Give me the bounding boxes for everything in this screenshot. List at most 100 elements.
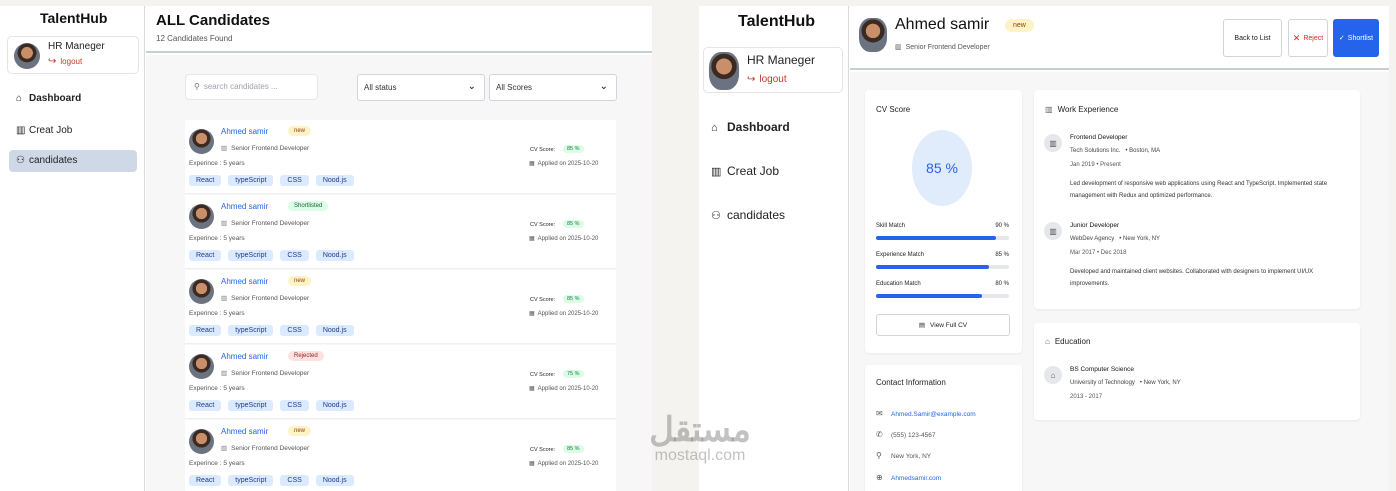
search-icon: ⚲ bbox=[194, 82, 200, 91]
view-full-cv-button[interactable]: ▤ View Full CV bbox=[876, 314, 1010, 336]
candidate-name[interactable]: Ahmed samir bbox=[221, 202, 268, 211]
building-icon: ▥ bbox=[221, 295, 228, 302]
status-badge: new bbox=[288, 276, 312, 286]
back-to-list-button[interactable]: Back to List bbox=[1223, 19, 1282, 57]
skill-tag: typeScript bbox=[228, 175, 274, 186]
candidate-role: ▥ Senior Frontend Developer bbox=[895, 43, 990, 51]
metric-label: Education Match bbox=[876, 281, 921, 287]
applied-label: Applied on 2025-10-20 bbox=[537, 161, 599, 167]
candidates-main: ⚲ search candidates ... All status ⌄ All S… bbox=[146, 55, 652, 491]
building-icon: ▥ bbox=[1045, 105, 1053, 114]
score-filter-select[interactable]: All Scores ⌄ bbox=[489, 74, 617, 101]
cv-score-badge: 85 % bbox=[563, 220, 584, 228]
job-company: Tech Solutions Inc. • Boston, MA bbox=[1070, 148, 1161, 154]
role-label: Senior Frontend Developer bbox=[905, 44, 990, 51]
role-label: Senior Frontend Developer bbox=[231, 370, 310, 377]
candidate-name[interactable]: Ahmed samir bbox=[221, 427, 268, 436]
candidate-card[interactable]: Ahmed samir Rejected ▥ Senior Frontend Deve… bbox=[185, 345, 616, 419]
candidate-card[interactable]: Ahmed samir new ▥ Senior Frontend Developer… bbox=[185, 420, 616, 491]
applied-date: ▦ Applied on 2025-10-20 bbox=[529, 310, 598, 317]
work-experience-panel: ▥ Work Experience ▥ Frontend Developer Tech… bbox=[1034, 90, 1360, 309]
sidebar-item-label: candidates bbox=[29, 155, 78, 166]
logout-icon: ↪ bbox=[48, 56, 57, 67]
phone-value: (555) 123-4567 bbox=[891, 432, 936, 439]
candidate-card[interactable]: Ahmed samir new ▥ Senior Frontend Developer… bbox=[185, 270, 616, 344]
watermark-latin: mostaql.com bbox=[654, 447, 746, 464]
progress-fill bbox=[876, 265, 990, 269]
sidebar-item-candidates[interactable]: ⚇ candidates bbox=[9, 150, 137, 172]
graduation-cap-icon: ⌂ bbox=[1045, 337, 1050, 346]
candidate-name: Ahmed samir bbox=[895, 16, 990, 33]
candidate-card[interactable]: Ahmed samir Shortlisted ▥ Senior Frontend D… bbox=[185, 195, 616, 269]
contact-email[interactable]: ✉ Ahmed.Samir@example.com bbox=[876, 409, 976, 418]
search-placeholder: search candidates ... bbox=[203, 82, 278, 91]
match-metric: Experience Match 85 % bbox=[876, 252, 1009, 269]
phone-icon: ✆ bbox=[876, 430, 883, 439]
candidate-card[interactable]: Ahmed samir new ▥ Senior Frontend Developer… bbox=[185, 120, 616, 194]
sidebar-item-creat-job[interactable]: ▥ Creat Job bbox=[711, 164, 779, 178]
company-name: WebDev Agency bbox=[1070, 236, 1115, 242]
building-icon: ▥ bbox=[221, 370, 228, 377]
calendar-icon: ▦ bbox=[529, 386, 535, 392]
logout-link[interactable]: ↪ logout bbox=[48, 56, 82, 67]
contact-website[interactable]: ⊕ Ahmedsamir.com bbox=[876, 473, 941, 482]
user-card: HR Maneger ↪ logout bbox=[703, 47, 843, 93]
email-value: Ahmed.Samir@example.com bbox=[891, 411, 976, 418]
profile-main: CV Score 85 % Skill Match 90 % Experience … bbox=[850, 72, 1389, 491]
status-badge: Rejected bbox=[288, 351, 324, 361]
match-metric: Skill Match 90 % bbox=[876, 223, 1009, 240]
candidate-role: ▥ Senior Frontend Developer bbox=[221, 219, 309, 227]
skill-tag: Nood.js bbox=[315, 400, 354, 411]
cv-score-badge: 85 % bbox=[563, 295, 584, 303]
website-value: Ahmedsamir.com bbox=[891, 475, 942, 482]
work-experience-title: ▥ Work Experience bbox=[1045, 105, 1118, 114]
sidebar-item-label: candidates bbox=[727, 208, 786, 222]
status-badge: new bbox=[288, 426, 312, 436]
job-title: Junior Developer bbox=[1070, 222, 1120, 229]
reject-button[interactable]: ✕ Reject bbox=[1288, 19, 1328, 57]
candidate-role: ▥ Senior Frontend Developer bbox=[221, 294, 309, 302]
status-filter-select[interactable]: All status ⌄ bbox=[357, 74, 485, 101]
user-card: HR Maneger ↪ logout bbox=[7, 36, 139, 74]
skill-tag: CSS bbox=[280, 325, 309, 336]
mail-icon: ✉ bbox=[876, 409, 883, 418]
progress-fill bbox=[876, 236, 996, 240]
applied-label: Applied on 2025-10-20 bbox=[537, 461, 599, 467]
watermark-arabic: مستقل bbox=[649, 411, 751, 449]
search-input[interactable]: ⚲ search candidates ... bbox=[185, 74, 318, 100]
applied-label: Applied on 2025-10-20 bbox=[537, 236, 599, 242]
job-title: Frontend Developer bbox=[1070, 134, 1128, 141]
candidate-name[interactable]: Ahmed samir bbox=[221, 127, 268, 136]
reject-label: Reject bbox=[1303, 34, 1324, 42]
logout-link[interactable]: ↪ logout bbox=[747, 74, 787, 85]
candidates-list-screen: TalentHub HR Maneger ↪ logout ⌂ Dashboard … bbox=[0, 6, 652, 491]
users-icon: ⚇ bbox=[16, 155, 25, 166]
cv-score-label: CV Score: bbox=[530, 147, 556, 153]
candidate-name[interactable]: Ahmed samir bbox=[221, 352, 268, 361]
metric-label: Skill Match bbox=[876, 223, 906, 229]
role-label: Senior Frontend Developer bbox=[231, 295, 310, 302]
building-icon: ▥ bbox=[221, 445, 228, 452]
sidebar-item-candidates[interactable]: ⚇ candidates bbox=[711, 208, 785, 222]
sidebar-item-dashboard[interactable]: ⌂ Dashboard bbox=[711, 120, 790, 134]
sidebar-item-creat-job[interactable]: ▥ Creat Job bbox=[9, 120, 137, 142]
degree: BS Computer Science bbox=[1070, 366, 1134, 373]
candidate-name[interactable]: Ahmed samir bbox=[221, 277, 268, 286]
building-icon: ▥ bbox=[221, 220, 228, 227]
building-icon: ▥ bbox=[895, 44, 902, 51]
school-name: University of Technology bbox=[1070, 380, 1135, 386]
shortlist-button[interactable]: ✓ Shortlist bbox=[1333, 19, 1379, 57]
logout-label: logout bbox=[60, 57, 83, 66]
graduation-cap-icon: ⌂ bbox=[1044, 366, 1062, 384]
skill-tag: React bbox=[189, 175, 222, 186]
user-name: HR Maneger bbox=[747, 53, 816, 67]
page-header: ALL Candidates 12 Candidates Found bbox=[146, 6, 652, 53]
cv-score-label: CV Score: bbox=[530, 447, 556, 453]
sidebar-item-dashboard[interactable]: ⌂ Dashboard bbox=[9, 88, 137, 110]
experience: Experince : 5 years bbox=[189, 310, 245, 317]
experience: Experince : 5 years bbox=[189, 460, 245, 467]
watermark: مستقل mostaql.com bbox=[630, 412, 770, 464]
applied-date: ▦ Applied on 2025-10-20 bbox=[529, 235, 598, 242]
contact-location: ⚲ New York, NY bbox=[876, 451, 931, 460]
job-description: Led development of responsive web applic… bbox=[1070, 181, 1328, 199]
